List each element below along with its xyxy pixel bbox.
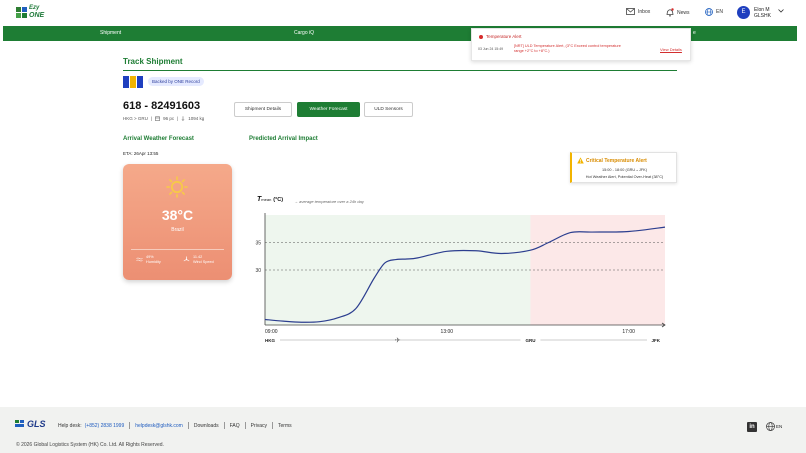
user-org: GLSHK: [754, 13, 771, 19]
weight-text: 1094 kg: [188, 116, 205, 121]
footer-logo[interactable]: GLS: [15, 419, 46, 429]
weather-card: 38°C Brazil 49% Humidity 11.42 Wind Speed: [123, 164, 232, 280]
alert-time: 03 Jun 24 15:49: [478, 47, 504, 51]
title-divider: [123, 70, 677, 71]
route-text: HKG > GRU: [123, 116, 148, 121]
linkedin-icon[interactable]: in: [747, 422, 757, 432]
footer-logo-text: GLS: [27, 419, 46, 429]
nav-item-partial[interactable]: e: [693, 30, 696, 36]
app-logo[interactable]: Ezy ONE: [16, 5, 44, 19]
wind-icon: [183, 256, 190, 262]
chart-title-unit: (°C): [273, 197, 284, 203]
tab-weather-forecast[interactable]: Weather Forecast: [297, 102, 360, 117]
wind-label: Wind Speed: [193, 259, 214, 264]
eta-text: ETA: 26Apr 13:55: [123, 151, 159, 156]
mail-icon: [626, 8, 635, 15]
box-icon: [155, 116, 160, 121]
y-tick-label: 30: [255, 268, 261, 274]
chevron-down-icon[interactable]: [778, 9, 784, 13]
awb-number: 618 - 82491603: [123, 100, 201, 112]
plane-icon: ✈: [395, 337, 401, 345]
tab-shipment-details[interactable]: Shipment Details: [234, 102, 292, 117]
privacy-link[interactable]: Privacy: [251, 423, 267, 429]
alert-message: [NRT] ULD Temperature Alert, (3°C Exceed…: [514, 44, 621, 53]
footer-language-label: EN: [776, 424, 783, 429]
chart-title: Tmean (°C): [257, 196, 283, 203]
humidity-icon: [136, 257, 143, 261]
helpdesk-label: Help desk:: [58, 422, 82, 429]
language-selector[interactable]: EN: [705, 8, 723, 16]
one-record-badge: Backed by ONE Record: [148, 77, 204, 86]
nav-item-shipment[interactable]: Shipment: [100, 30, 121, 36]
critical-temperature-alert: Critical Temperature Alert 15:00 - 18:00…: [570, 152, 677, 183]
chart-note: → average temperature over a 24h day: [294, 199, 364, 204]
one-record-flag-icon: [123, 76, 143, 88]
wind-stat: 11.42 Wind Speed: [183, 255, 214, 264]
humidity-label: Humidity: [146, 259, 161, 264]
critical-alert-title: Critical Temperature Alert: [586, 158, 647, 164]
sun-icon: [166, 176, 188, 198]
x-tick-label: 17:00: [622, 329, 635, 335]
globe-icon: [766, 422, 775, 431]
helpdesk-email-link[interactable]: helpdesk@glshk.com: [135, 423, 183, 429]
footer-links: Help desk: (+852) 2838 1999 helpdesk@gls…: [58, 422, 292, 429]
x-tick-label: 09:00: [265, 329, 278, 335]
arrival-temperature: 38°C: [161, 207, 194, 223]
terms-link[interactable]: Terms: [278, 423, 292, 429]
nav-item-cargo-iq[interactable]: Cargo iQ: [294, 30, 314, 36]
x-tick-label: 13:00: [441, 329, 454, 335]
weight-icon: [181, 116, 185, 121]
helpdesk-phone-link[interactable]: (+852) 2838 1999: [85, 423, 125, 429]
bell-icon: [666, 8, 674, 17]
footer-language-selector[interactable]: EN: [766, 422, 782, 431]
top-header: Ezy ONE Inbox News EN E Elon M GLSHK: [0, 0, 806, 26]
downloads-link[interactable]: Downloads: [194, 423, 219, 429]
logo-line1: Ezy: [29, 5, 40, 11]
card-divider: [131, 249, 224, 250]
footer: GLS Help desk: (+852) 2838 1999 helpdesk…: [0, 407, 806, 453]
critical-alert-window: 15:00 - 18:00 (GRU→JFK): [602, 168, 647, 172]
user-avatar[interactable]: E: [737, 6, 750, 19]
inbox-label: Inbox: [638, 8, 651, 15]
arrival-impact-heading: Predicted Arrival Impact: [249, 136, 318, 142]
pieces-text: 96 pc: [163, 116, 175, 121]
alert-title: Temperature Alert: [486, 34, 522, 39]
shipment-summary: HKG > GRU | 96 pc | 1094 kg: [123, 116, 205, 121]
y-tick-label: 35: [255, 241, 261, 247]
copyright-text: © 2026 Global Logistics System (HK) Co. …: [16, 442, 164, 448]
page-title: Track Shipment: [123, 57, 183, 66]
arrival-city: Brazil: [171, 227, 184, 233]
gls-logo-mark-icon: [15, 420, 24, 427]
alert-dot-icon: [479, 35, 483, 39]
airport-label-hkg: HKG: [265, 338, 275, 343]
warning-icon: [577, 157, 584, 164]
logo-line2: ONE: [29, 12, 45, 19]
news-button[interactable]: News: [666, 8, 690, 17]
inbox-button[interactable]: Inbox: [626, 8, 650, 15]
critical-alert-detail: Hot Weather Alert, Potential Over-Heat (…: [585, 175, 664, 179]
airport-label-gru: GRU: [525, 338, 535, 343]
humidity-stat: 49% Humidity: [136, 255, 161, 264]
language-label: EN: [716, 9, 723, 15]
logo-mark-icon: [16, 7, 27, 18]
arrival-forecast-heading: Arrival Weather Forecast: [123, 136, 194, 142]
chart-title-subscript: mean: [261, 197, 272, 202]
news-label: News: [677, 9, 690, 16]
faq-link[interactable]: FAQ: [230, 423, 240, 429]
temperature-alert-popup: Temperature Alert 03 Jun 24 15:49 [NRT] …: [471, 28, 691, 61]
temperature-chart: 35 30 09:00 13:00 17:00 HKG GRU JFK ✈: [255, 213, 666, 345]
tab-uld-sensors[interactable]: ULD Sensors: [364, 102, 413, 117]
globe-icon: [705, 8, 713, 16]
view-details-link[interactable]: View Details: [660, 47, 682, 52]
user-info[interactable]: Elon M GLSHK: [754, 7, 771, 19]
airport-label-jfk: JFK: [651, 338, 660, 343]
